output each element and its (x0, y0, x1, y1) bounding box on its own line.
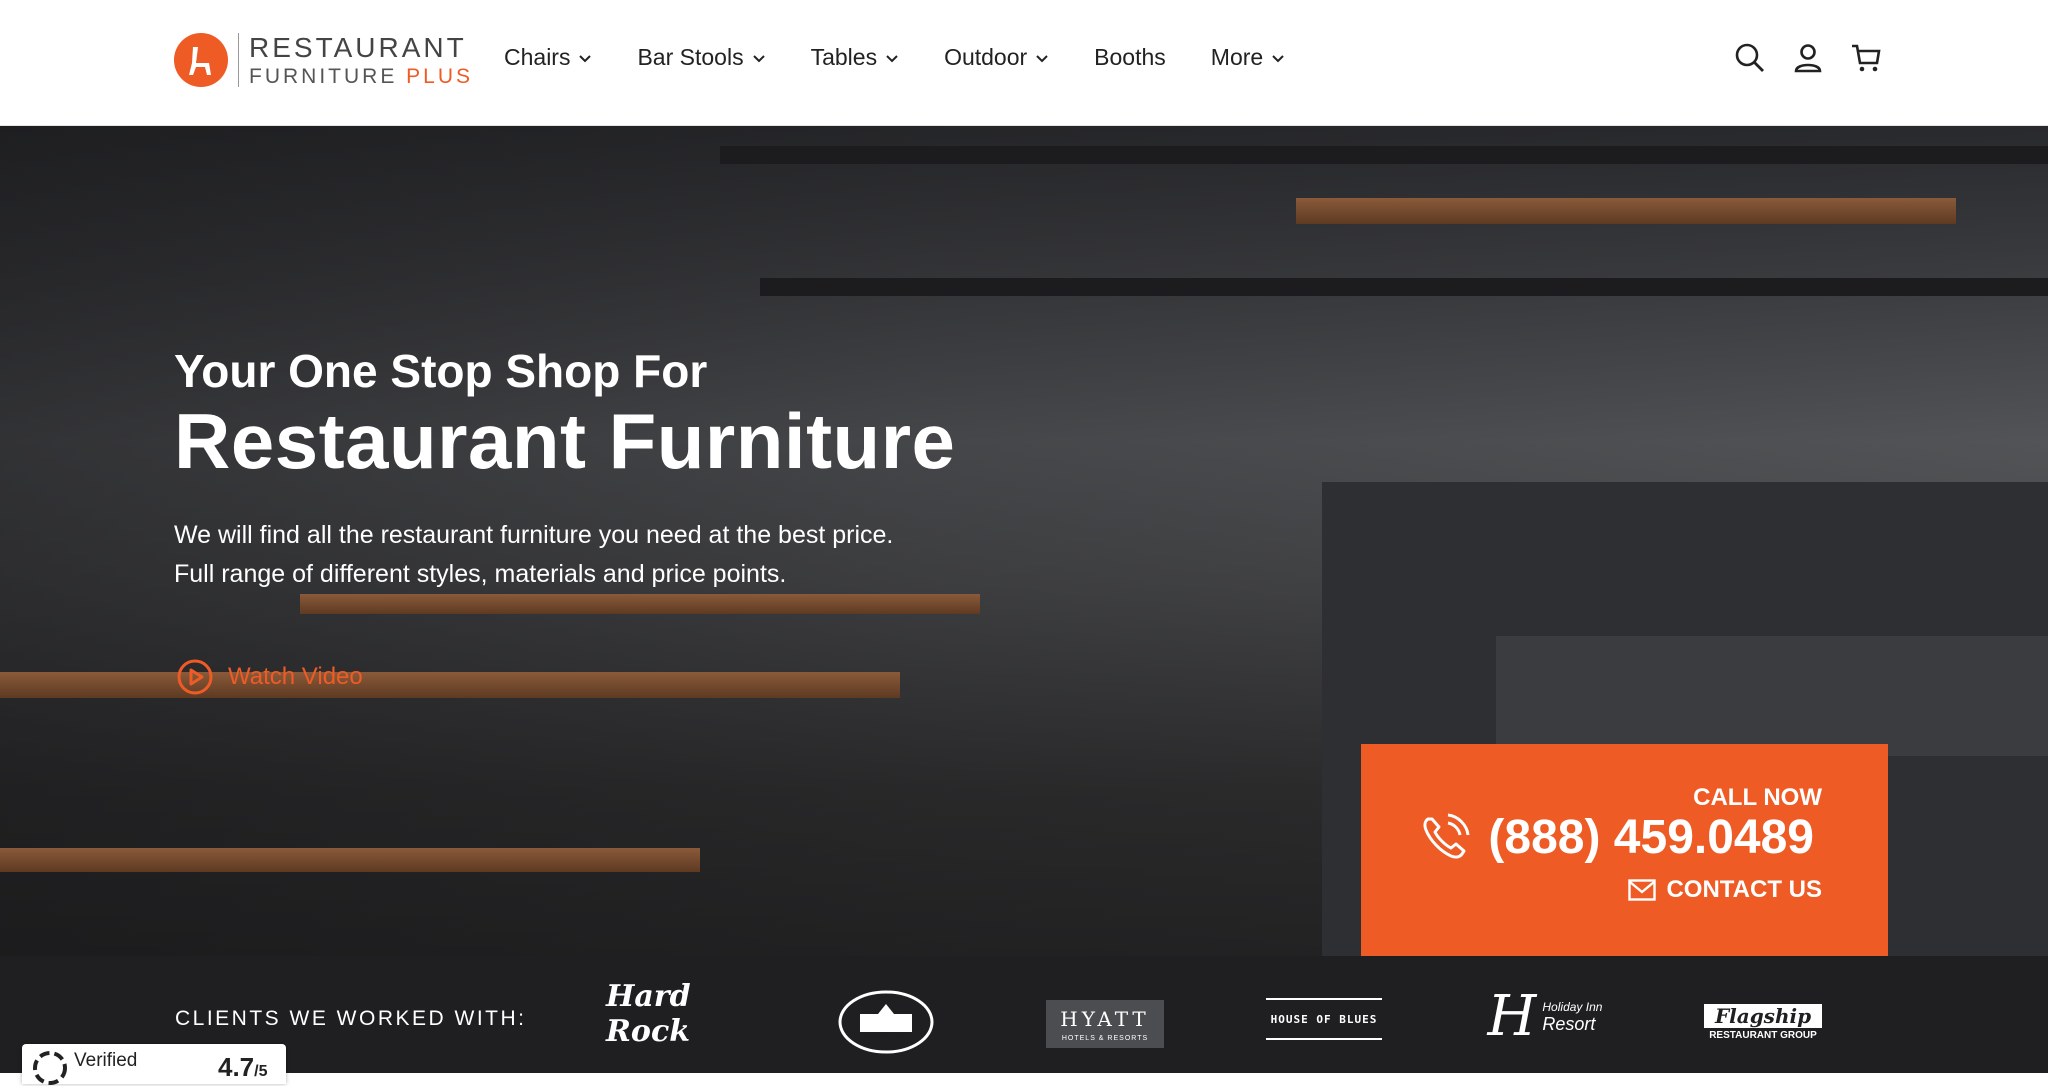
holiday-inn-text-a: Holiday Inn (1542, 999, 1603, 1014)
call-now-label: CALL NOW (1693, 784, 1822, 811)
hero-booth-seat (1496, 636, 2048, 756)
hyatt-text: HYATT (1060, 1006, 1150, 1031)
site-logo[interactable]: RESTAURANT FURNITURE PLUS (174, 30, 473, 90)
phone-link[interactable]: (888) 459.0489 (1418, 810, 1814, 865)
site-header: RESTAURANT FURNITURE PLUS Chairs Bar Sto… (0, 0, 2048, 126)
logo-wordmark: RESTAURANT FURNITURE PLUS (249, 31, 473, 87)
chair-logo-icon (174, 33, 228, 87)
nav-chairs-label: Chairs (504, 44, 571, 70)
house-of-blues-logo: HOUSE OF BLUES (1266, 998, 1382, 1040)
verified-score: 4.7/5 (218, 1052, 268, 1083)
play-circle-icon (177, 659, 213, 695)
phone-icon (1423, 813, 1470, 859)
hero-table (300, 594, 980, 614)
hyatt-logo: HYATT HOTELS & RESORTS (1046, 1000, 1164, 1048)
mail-icon (1628, 879, 1657, 901)
watch-video-button[interactable]: Watch Video (176, 658, 363, 696)
holiday-inn-text: Holiday Inn Resort (1542, 1000, 1602, 1035)
verified-reviews-badge[interactable]: Verified 4.7/5 (22, 1044, 286, 1085)
main-nav: Chairs Bar Stools Tables Outdoor Booths … (504, 44, 1330, 71)
flagship-subtext: RESTAURANT GROUP (1709, 1029, 1817, 1041)
white-house-seal-icon (838, 990, 934, 1054)
hard-rock-text: Hard Rock (606, 979, 691, 1049)
header-icons (1734, 42, 1882, 74)
hero-subtitle: Your One Stop Shop For (174, 345, 708, 397)
watch-video-label: Watch Video (228, 663, 363, 690)
logo-line1: RESTAURANT (249, 31, 467, 63)
nav-bar-stools[interactable]: Bar Stools (637, 44, 765, 71)
holiday-inn-h-icon: H (1487, 984, 1537, 1049)
hero-wood-shelf (1296, 198, 1956, 224)
holiday-inn-logo: H Holiday Inn Resort (1480, 988, 1610, 1046)
cart-icon[interactable] (1850, 42, 1882, 74)
account-icon[interactable] (1792, 42, 1824, 74)
nav-more-label: More (1210, 44, 1264, 70)
logo-line2-plus: PLUS (406, 64, 474, 88)
clients-label: CLIENTS WE WORKED WITH: (175, 1007, 527, 1030)
nav-booths[interactable]: Booths (1094, 44, 1166, 71)
hard-rock-logo: Hard Rock (606, 979, 728, 1049)
flagship-logo: Flagship RESTAURANT GROUP (1704, 1000, 1822, 1044)
nav-more[interactable]: More (1211, 44, 1285, 71)
nav-booths-label: Booths (1094, 44, 1166, 70)
contact-us-label: CONTACT US (1666, 876, 1822, 903)
hyatt-subtext: HOTELS & RESORTS (1061, 1034, 1149, 1042)
chevron-down-icon (1272, 54, 1284, 62)
holiday-inn-text-b: Resort (1542, 1013, 1596, 1034)
logo-line2-a: FURNITURE (249, 64, 407, 88)
phone-number: (888) 459.0489 (1488, 811, 1814, 864)
chevron-down-icon (752, 54, 765, 62)
chevron-down-icon (579, 54, 592, 62)
nav-bar-stools-label: Bar Stools (637, 44, 744, 70)
hero-shelf (720, 146, 2048, 164)
white-house-logo: THE WHITE HOUSE (838, 990, 934, 1054)
chevron-down-icon (886, 54, 898, 62)
hero-table (0, 672, 900, 698)
contact-us-link[interactable]: CONTACT US (1628, 876, 1822, 904)
nav-outdoor[interactable]: Outdoor (944, 44, 1049, 71)
verified-score-value: 4.7 (218, 1052, 255, 1082)
nav-tables[interactable]: Tables (811, 44, 899, 71)
hero-shelf (760, 278, 2048, 296)
logo-line2: FURNITURE PLUS (249, 66, 473, 87)
verified-label: Verified (74, 1050, 138, 1071)
chevron-down-icon (1036, 54, 1048, 62)
call-now-box: CALL NOW (888) 459.0489 CONTACT US (1361, 744, 1888, 956)
hero-title: Restaurant Furniture (174, 397, 956, 485)
flagship-text: Flagship (1704, 1003, 1822, 1028)
verified-score-suffix: /5 (254, 1063, 268, 1080)
white-house-text: THE WHITE HOUSE (862, 1033, 910, 1039)
hero-description: We will find all the restaurant furnitur… (174, 516, 893, 594)
house-of-blues-text: HOUSE OF BLUES (1270, 1012, 1378, 1026)
nav-chairs[interactable]: Chairs (504, 44, 592, 71)
search-icon[interactable] (1734, 42, 1766, 74)
hero-table (0, 848, 700, 872)
clients-bar: CLIENTS WE WORKED WITH: Hard Rock THE WH… (0, 956, 2048, 1073)
logo-divider (238, 33, 239, 87)
verified-badge-icon (33, 1051, 67, 1085)
nav-outdoor-label: Outdoor (944, 44, 1028, 70)
hero-desc-line2: Full range of different styles, material… (174, 560, 787, 588)
nav-tables-label: Tables (810, 44, 878, 70)
hero-desc-line1: We will find all the restaurant furnitur… (174, 521, 894, 549)
